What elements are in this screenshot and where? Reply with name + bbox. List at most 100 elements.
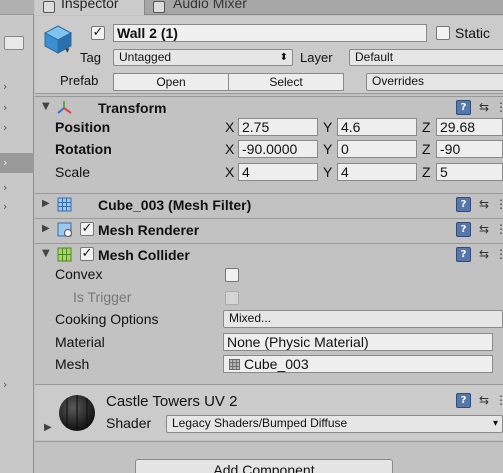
mesh-renderer-enabled-checkbox[interactable]: ✓ [80, 222, 94, 236]
material-sphere-preview-icon [59, 395, 95, 431]
kebab-menu-icon[interactable]: ⋮ [495, 222, 503, 236]
tab-bar: Inspector Audio Mixer [35, 0, 503, 15]
preset-sliders-icon[interactable]: ⇆ [479, 197, 494, 212]
preset-sliders-icon[interactable]: ⇆ [479, 222, 494, 237]
mesh-collider-enabled-checkbox[interactable]: ✓ [80, 247, 94, 261]
fold-open-arrow-icon[interactable]: ▼ [42, 248, 50, 259]
position-axis-y[interactable]: Y [323, 119, 332, 135]
active-checkbox[interactable]: ✓ [91, 26, 105, 40]
static-checkbox[interactable] [436, 26, 450, 40]
mesh-filter-component-header[interactable]: ▶ Cube_003 (Mesh Filter) ? ⇆ ⋮ [35, 193, 503, 215]
tab-audio-mixer-label: Audio Mixer [173, 0, 247, 11]
select-prefab-button[interactable]: Select [228, 73, 344, 91]
help-book-icon[interactable]: ? [456, 222, 471, 237]
kebab-menu-icon[interactable]: ⋮ [495, 247, 503, 261]
scale-x-field[interactable]: 4 [238, 163, 318, 181]
rotation-axis-x[interactable]: X [225, 141, 234, 157]
scale-label: Scale [55, 164, 91, 180]
mesh-renderer-component-header[interactable]: ▶ ✓ Mesh Renderer ? ⇆ ⋮ [35, 218, 503, 240]
preset-sliders-icon[interactable]: ⇆ [479, 100, 494, 115]
icon-dropdown-arrow-icon[interactable]: ▾ [65, 46, 70, 56]
kebab-menu-icon[interactable]: ⋮ [495, 100, 503, 114]
hierarchy-panel-edge: › › › › › › › [0, 0, 34, 473]
scale-z-field[interactable]: 5 [436, 163, 503, 181]
material-name: Castle Towers UV 2 [106, 393, 238, 410]
chevron-updown-icon: ⬍ [279, 52, 288, 63]
layer-label: Layer [300, 50, 333, 65]
position-label: Position [55, 119, 111, 135]
static-label: Static [455, 25, 491, 41]
material-object-field[interactable]: None (Physic Material) [223, 333, 493, 351]
inspector-panel: Inspector Audio Mixer ▾ ✓ Wall 2 (1) Sta… [35, 0, 503, 473]
help-book-icon[interactable]: ? [456, 393, 471, 408]
help-book-icon[interactable]: ? [456, 197, 471, 212]
mesh-collider-icon [57, 247, 72, 262]
tag-dropdown[interactable]: Untagged ⬍ [113, 49, 293, 66]
position-z-field[interactable]: 29.68 [436, 118, 503, 136]
rotation-y-field[interactable]: 0 [337, 140, 417, 158]
kebab-menu-icon[interactable]: ⋮ [495, 197, 503, 211]
tag-value: Untagged [119, 50, 172, 64]
tree-expand-arrow-icon[interactable]: › [3, 181, 7, 194]
is-trigger-checkbox[interactable] [225, 291, 239, 305]
gameobject-header: ▾ ✓ Wall 2 (1) Static Tag Untagged ⬍ Lay… [35, 16, 503, 94]
preset-sliders-icon[interactable]: ⇆ [479, 393, 494, 408]
rotation-axis-z[interactable]: Z [422, 141, 431, 157]
section-divider [35, 441, 503, 442]
convex-label: Convex [55, 266, 103, 282]
mesh-label: Mesh [55, 356, 90, 372]
kebab-menu-icon[interactable]: ⋮ [495, 393, 503, 407]
tree-expand-arrow-icon[interactable]: › [3, 378, 7, 391]
rotation-axis-y[interactable]: Y [323, 141, 332, 157]
rotation-label: Rotation [55, 141, 112, 157]
shader-dropdown[interactable]: Legacy Shaders/Bumped Diffuse ▾ [166, 415, 503, 433]
fold-open-arrow-icon[interactable]: ▼ [42, 101, 50, 112]
position-axis-x[interactable]: X [225, 119, 234, 135]
fold-closed-arrow-icon[interactable]: ▶ [44, 422, 52, 433]
tab-audio-mixer[interactable]: Audio Mixer [147, 0, 297, 15]
position-axis-z[interactable]: Z [422, 119, 431, 135]
tab-inspector[interactable]: Inspector [35, 0, 145, 15]
shader-label: Shader [106, 415, 152, 431]
position-x-field[interactable]: 2.75 [238, 118, 318, 136]
rotation-x-field[interactable]: -90.0000 [238, 140, 318, 158]
rotation-z-field[interactable]: -90 [436, 140, 503, 158]
open-prefab-button[interactable]: Open [113, 73, 229, 91]
help-book-icon[interactable]: ? [456, 100, 471, 115]
preset-sliders-icon[interactable]: ⇆ [479, 247, 494, 262]
tree-expand-arrow-icon[interactable]: › [3, 101, 7, 114]
object-name-field[interactable]: Wall 2 (1) [113, 24, 427, 42]
chevron-down-icon: ▾ [492, 418, 498, 429]
mesh-filter-grid-icon [57, 197, 72, 212]
tree-expand-arrow-icon[interactable]: › [3, 156, 7, 169]
audio-mixer-tab-icon [153, 1, 165, 13]
mesh-value: Cube_003 [244, 356, 309, 372]
inspector-tab-icon [43, 1, 55, 13]
layer-value: Default [355, 50, 394, 64]
tree-expand-arrow-icon[interactable]: › [3, 121, 7, 134]
fold-closed-arrow-icon[interactable]: ▶ [42, 223, 50, 234]
layer-dropdown[interactable]: Default [349, 49, 503, 66]
scale-axis-x[interactable]: X [225, 164, 234, 180]
tree-expand-arrow-icon[interactable]: › [3, 80, 7, 93]
cooking-options-label: Cooking Options [55, 311, 159, 327]
overrides-dropdown[interactable]: Overrides [366, 73, 503, 91]
add-component-button[interactable]: Add Component [135, 459, 393, 473]
transform-component-header[interactable]: ▼ Transform ? ⇆ ⋮ [35, 96, 503, 118]
overrides-label: Overrides [372, 74, 425, 88]
mesh-collider-component-header[interactable]: ▼ ✓ Mesh Collider ? ⇆ ⋮ [35, 243, 503, 265]
convex-checkbox[interactable] [225, 268, 239, 282]
scale-axis-y[interactable]: Y [323, 164, 332, 180]
scale-axis-z[interactable]: Z [422, 164, 431, 180]
mesh-renderer-title: Mesh Renderer [98, 222, 200, 238]
mesh-object-field[interactable]: Cube_003 [223, 355, 493, 373]
hierarchy-tab-edge [0, 0, 34, 15]
cooking-options-dropdown[interactable]: Mixed... [223, 310, 503, 328]
position-y-field[interactable]: 4.6 [337, 118, 417, 136]
hierarchy-dropdown-button[interactable] [4, 36, 24, 50]
fold-closed-arrow-icon[interactable]: ▶ [42, 198, 50, 209]
help-book-icon[interactable]: ? [456, 247, 471, 262]
tree-expand-arrow-icon[interactable]: › [3, 200, 7, 213]
transform-axes-icon [57, 101, 72, 114]
scale-y-field[interactable]: 4 [337, 163, 417, 181]
